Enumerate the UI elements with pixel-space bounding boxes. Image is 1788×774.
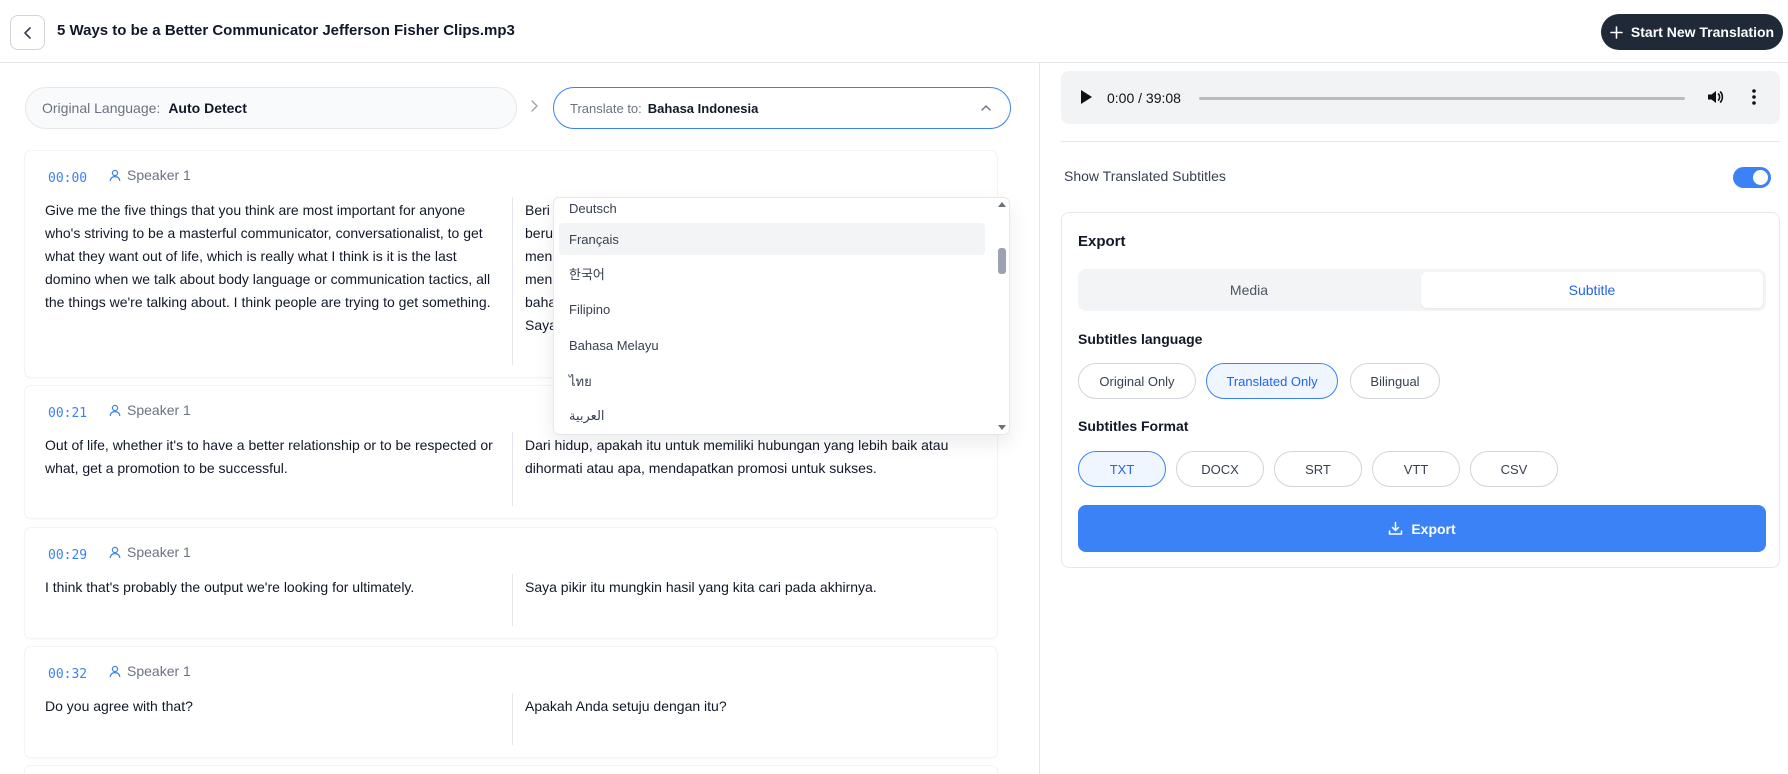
segment-speaker[interactable]: Speaker 1 xyxy=(109,402,191,418)
show-translated-subtitles-toggle[interactable] xyxy=(1733,167,1771,188)
translated-only-option[interactable]: Translated Only xyxy=(1206,363,1338,399)
scroll-up-arrow-icon[interactable] xyxy=(998,202,1006,207)
language-option[interactable]: 한국어 xyxy=(559,257,985,289)
right-divider xyxy=(1061,141,1780,142)
segment-speaker[interactable]: Speaker 1 xyxy=(109,167,191,183)
subtitles-language-title: Subtitles language xyxy=(1078,331,1203,347)
original-language-value: Auto Detect xyxy=(168,100,247,116)
bilingual-option[interactable]: Bilingual xyxy=(1350,363,1440,399)
segment-divider xyxy=(512,432,513,506)
language-option[interactable]: ไทย xyxy=(559,365,985,397)
scroll-down-arrow-icon[interactable] xyxy=(998,425,1006,430)
scrollbar-thumb[interactable] xyxy=(998,248,1006,274)
translated-text[interactable]: Saya pikir itu mungkin hasil yang kita c… xyxy=(525,576,985,599)
transcript-segment: 00:32 Speaker 1 Do you agree with that? … xyxy=(25,647,997,757)
export-button[interactable]: Export xyxy=(1078,505,1766,552)
speaker-label: Speaker 1 xyxy=(127,167,191,183)
language-option[interactable]: Deutsch xyxy=(559,198,985,224)
user-icon xyxy=(109,665,121,677)
export-title: Export xyxy=(1078,233,1126,250)
user-icon xyxy=(109,169,121,181)
segment-speaker[interactable]: Speaker 1 xyxy=(109,544,191,560)
speaker-label: Speaker 1 xyxy=(127,663,191,679)
more-options-icon[interactable] xyxy=(1744,87,1764,107)
show-translated-subtitles-label: Show Translated Subtitles xyxy=(1064,168,1226,184)
language-option[interactable]: Français xyxy=(559,223,985,255)
language-option[interactable]: العربية xyxy=(559,400,985,432)
segment-timestamp[interactable]: 00:32 xyxy=(48,667,87,682)
tab-subtitle[interactable]: Subtitle xyxy=(1421,272,1763,308)
segment-divider xyxy=(512,197,513,365)
language-dropdown[interactable]: Deutsch Français 한국어 Filipino Bahasa Mel… xyxy=(553,197,1010,435)
segment-divider xyxy=(512,574,513,626)
volume-icon[interactable] xyxy=(1705,87,1725,107)
export-tabs: Media Subtitle xyxy=(1078,269,1766,311)
audio-player: 0:00 / 39:08 xyxy=(1061,71,1780,124)
segment-timestamp[interactable]: 00:29 xyxy=(48,548,87,563)
tab-media[interactable]: Media xyxy=(1081,272,1417,308)
start-new-translation-button[interactable]: Start New Translation xyxy=(1601,14,1783,50)
transcript-segment: 00:29 Speaker 1 I think that's probably … xyxy=(25,528,997,638)
original-text[interactable]: Out of life, whether it's to have a bett… xyxy=(45,434,500,480)
format-txt[interactable]: TXT xyxy=(1078,451,1166,487)
format-docx[interactable]: DOCX xyxy=(1176,451,1264,487)
transcript-panel: Original Language: Auto Detect Translate… xyxy=(0,63,1039,774)
subtitles-format-title: Subtitles Format xyxy=(1078,418,1189,434)
original-text[interactable]: Give me the five things that you think a… xyxy=(45,199,500,314)
segment-divider xyxy=(512,693,513,745)
segment-timestamp[interactable]: 00:21 xyxy=(48,406,87,421)
file-title: 5 Ways to be a Better Communicator Jeffe… xyxy=(57,22,515,39)
header: 5 Ways to be a Better Communicator Jeffe… xyxy=(0,0,1788,63)
user-icon xyxy=(109,546,121,558)
chevron-left-icon xyxy=(23,26,31,39)
player-progress-track[interactable] xyxy=(1199,97,1685,100)
transcript-segment xyxy=(25,766,997,774)
user-icon xyxy=(109,404,121,416)
original-text[interactable]: Do you agree with that? xyxy=(45,695,500,718)
original-text[interactable]: I think that's probably the output we're… xyxy=(45,576,500,599)
plus-icon xyxy=(1610,25,1623,39)
export-button-label: Export xyxy=(1411,520,1456,537)
translated-text[interactable]: Dari hidup, apakah itu untuk memiliki hu… xyxy=(525,434,985,480)
segment-timestamp[interactable]: 00:00 xyxy=(48,171,87,186)
translate-to-value: Bahasa Indonesia xyxy=(647,100,759,116)
chevron-right-icon xyxy=(531,100,538,112)
segment-speaker[interactable]: Speaker 1 xyxy=(109,663,191,679)
player-time: 0:00 / 39:08 xyxy=(1107,90,1181,106)
dropdown-scrollbar[interactable] xyxy=(993,198,1009,434)
translated-text[interactable]: Apakah Anda setuju dengan itu? xyxy=(525,695,985,718)
export-card: Export Media Subtitle Subtitles language… xyxy=(1061,212,1780,568)
original-language-selector[interactable]: Original Language: Auto Detect xyxy=(25,87,517,129)
speaker-label: Speaker 1 xyxy=(127,402,191,418)
translate-to-selector[interactable]: Translate to: Bahasa Indonesia xyxy=(553,87,1011,129)
format-vtt[interactable]: VTT xyxy=(1372,451,1460,487)
download-icon xyxy=(1389,521,1403,535)
start-new-translation-label: Start New Translation xyxy=(1630,24,1775,40)
chevron-up-icon xyxy=(981,105,991,111)
speaker-label: Speaker 1 xyxy=(127,544,191,560)
original-only-option[interactable]: Original Only xyxy=(1078,363,1196,399)
format-srt[interactable]: SRT xyxy=(1274,451,1362,487)
format-csv[interactable]: CSV xyxy=(1470,451,1558,487)
panel-divider xyxy=(1039,63,1040,774)
play-icon[interactable] xyxy=(1081,90,1092,104)
back-button[interactable] xyxy=(10,15,45,50)
language-option[interactable]: Filipino xyxy=(559,293,985,325)
language-option[interactable]: Bahasa Melayu xyxy=(559,329,985,361)
original-language-label: Original Language: xyxy=(42,100,161,116)
translate-to-label: Translate to: xyxy=(570,100,642,116)
